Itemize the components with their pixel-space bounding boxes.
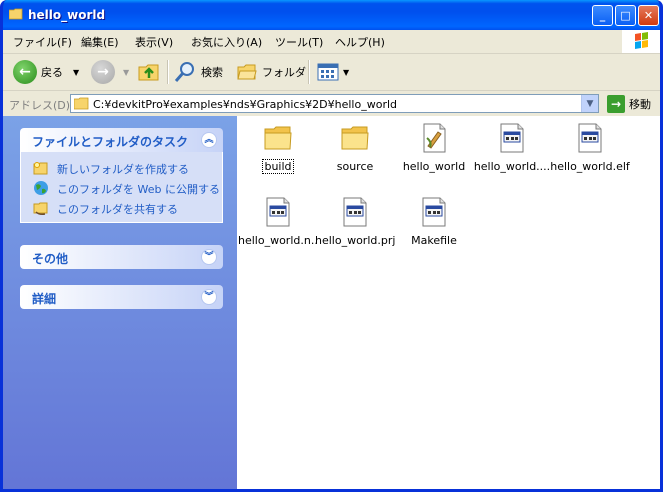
task-label: 新しいフォルダを作成する bbox=[57, 163, 189, 176]
up-folder-button[interactable] bbox=[137, 59, 161, 85]
folder-icon bbox=[264, 126, 292, 150]
new-folder-icon bbox=[33, 162, 48, 175]
file-name: hello_world.n... bbox=[238, 234, 318, 247]
folders-button[interactable]: フォルダ bbox=[236, 59, 306, 85]
document-icon bbox=[500, 123, 524, 153]
search-button[interactable]: 検索 bbox=[173, 59, 223, 85]
maximize-icon: □ bbox=[620, 9, 631, 22]
panel-title: 詳細 bbox=[32, 292, 57, 306]
back-button[interactable]: ← 戻る ▼ bbox=[13, 59, 79, 85]
file-folder-tasks-header[interactable]: ファイルとフォルダのタスク ︽ bbox=[20, 128, 223, 152]
other-places-panel: その他 ︾ bbox=[20, 245, 223, 269]
address-bar: アドレス(D) C:¥devkitPro¥examples¥nds¥Graphi… bbox=[3, 91, 660, 116]
file-name: source bbox=[336, 160, 374, 173]
file-name: hello_world bbox=[402, 160, 466, 173]
folder-icon bbox=[9, 8, 23, 20]
document-icon bbox=[266, 197, 290, 227]
document-icon bbox=[578, 123, 602, 153]
go-arrow-icon: → bbox=[607, 95, 625, 113]
toolbar-separator bbox=[308, 60, 310, 84]
details-header[interactable]: 詳細 ︾ bbox=[20, 285, 223, 309]
file-item-hello-world[interactable]: hello_world bbox=[394, 122, 474, 173]
document-icon bbox=[422, 197, 446, 227]
menu-tools[interactable]: ツール(T) bbox=[275, 34, 323, 50]
panel-title: ファイルとフォルダのタスク bbox=[32, 135, 189, 149]
toolbar: ← 戻る ▼ → ▼ 検索 フォルダ ▼ bbox=[3, 54, 660, 91]
panel-title: その他 bbox=[32, 252, 69, 266]
file-item-hello-world-prj[interactable]: hello_world.prj bbox=[315, 196, 395, 247]
folder-icon bbox=[74, 97, 89, 110]
folder-icon bbox=[341, 126, 369, 150]
file-name: Makefile bbox=[411, 234, 457, 247]
task-label: このフォルダを共有する bbox=[57, 203, 178, 216]
forward-arrow-icon: → bbox=[91, 60, 115, 84]
minimize-button[interactable]: _ bbox=[592, 5, 613, 26]
up-folder-icon bbox=[138, 64, 159, 81]
close-button[interactable]: ✕ bbox=[638, 5, 659, 26]
back-label: 戻る bbox=[41, 66, 63, 79]
address-dropdown-icon[interactable]: ▼ bbox=[581, 95, 598, 112]
file-item-hello-world-n[interactable]: hello_world.n... bbox=[238, 196, 318, 247]
panel-body: 新しいフォルダを作成する このフォルダを Web に公開する このフォルダを共有… bbox=[20, 152, 223, 223]
other-places-header[interactable]: その他 ︾ bbox=[20, 245, 223, 269]
window-title: hello_world bbox=[28, 8, 106, 22]
folders-icon bbox=[237, 64, 257, 80]
minimize-icon: _ bbox=[599, 9, 606, 22]
views-icon bbox=[317, 63, 339, 81]
menu-view[interactable]: 表示(V) bbox=[135, 34, 173, 50]
back-dropdown-icon[interactable]: ▼ bbox=[73, 68, 79, 77]
expand-icon[interactable]: ︾ bbox=[201, 249, 217, 265]
collapse-icon[interactable]: ︽ bbox=[201, 132, 217, 148]
globe-icon bbox=[34, 181, 48, 195]
forward-button[interactable]: → ▼ bbox=[91, 59, 129, 85]
menu-edit[interactable]: 編集(E) bbox=[81, 34, 119, 50]
address-path: C:¥devkitPro¥examples¥nds¥Graphics¥2D¥he… bbox=[93, 98, 398, 111]
forward-dropdown-icon[interactable]: ▼ bbox=[123, 68, 129, 77]
file-name: hello_world.... bbox=[473, 160, 551, 173]
executable-icon bbox=[423, 123, 446, 153]
menu-favorites[interactable]: お気に入り(A) bbox=[191, 34, 262, 50]
search-label: 検索 bbox=[201, 66, 223, 79]
file-name: hello_world.elf bbox=[550, 160, 630, 173]
task-label: このフォルダを Web に公開する bbox=[57, 183, 220, 196]
file-view: build source hello_world hello_world....… bbox=[237, 116, 660, 489]
file-item-makefile[interactable]: Makefile bbox=[394, 196, 474, 247]
task-new-folder[interactable]: 新しいフォルダを作成する bbox=[21, 158, 222, 178]
windows-logo bbox=[622, 30, 660, 53]
go-button[interactable]: → 移動 bbox=[607, 95, 651, 113]
file-item-build[interactable]: build bbox=[238, 122, 318, 176]
file-name: build bbox=[262, 159, 294, 174]
file-item-hello-world-elf[interactable]: hello_world.elf bbox=[550, 122, 630, 173]
explorer-window: hello_world _ □ ✕ ファイル(F) 編集(E) 表示(V) お気… bbox=[0, 0, 663, 492]
address-input[interactable]: C:¥devkitPro¥examples¥nds¥Graphics¥2D¥he… bbox=[70, 94, 599, 113]
file-name: hello_world.prj bbox=[315, 234, 395, 247]
task-pane: ファイルとフォルダのタスク ︽ 新しいフォルダを作成する このフォルダを Web… bbox=[3, 116, 237, 489]
windows-flag-icon bbox=[635, 32, 648, 49]
go-label: 移動 bbox=[629, 98, 651, 111]
title-bar[interactable]: hello_world _ □ ✕ bbox=[3, 0, 660, 30]
file-folder-tasks-panel: ファイルとフォルダのタスク ︽ 新しいフォルダを作成する このフォルダを Web… bbox=[20, 128, 223, 223]
address-label: アドレス(D) bbox=[9, 99, 71, 112]
views-dropdown-icon[interactable]: ▼ bbox=[343, 68, 349, 77]
task-share-folder[interactable]: このフォルダを共有する bbox=[21, 198, 222, 218]
shared-folder-icon bbox=[33, 202, 48, 215]
expand-icon[interactable]: ︾ bbox=[201, 289, 217, 305]
views-button[interactable]: ▼ bbox=[317, 59, 349, 85]
search-icon bbox=[174, 62, 194, 82]
task-publish-web[interactable]: このフォルダを Web に公開する bbox=[21, 178, 222, 198]
menu-bar: ファイル(F) 編集(E) 表示(V) お気に入り(A) ツール(T) ヘルプ(… bbox=[3, 30, 660, 54]
document-icon bbox=[343, 197, 367, 227]
content-area: ファイルとフォルダのタスク ︽ 新しいフォルダを作成する このフォルダを Web… bbox=[3, 116, 660, 489]
details-panel: 詳細 ︾ bbox=[20, 285, 223, 309]
file-item-source[interactable]: source bbox=[315, 122, 395, 173]
menu-file[interactable]: ファイル(F) bbox=[13, 34, 72, 50]
toolbar-separator bbox=[167, 60, 169, 84]
maximize-button[interactable]: □ bbox=[615, 5, 636, 26]
file-item-hello-world-truncated[interactable]: hello_world.... bbox=[472, 122, 552, 173]
folders-label: フォルダ bbox=[262, 66, 306, 79]
close-icon: ✕ bbox=[643, 9, 654, 22]
menu-help[interactable]: ヘルプ(H) bbox=[335, 34, 385, 50]
back-arrow-icon: ← bbox=[13, 60, 37, 84]
